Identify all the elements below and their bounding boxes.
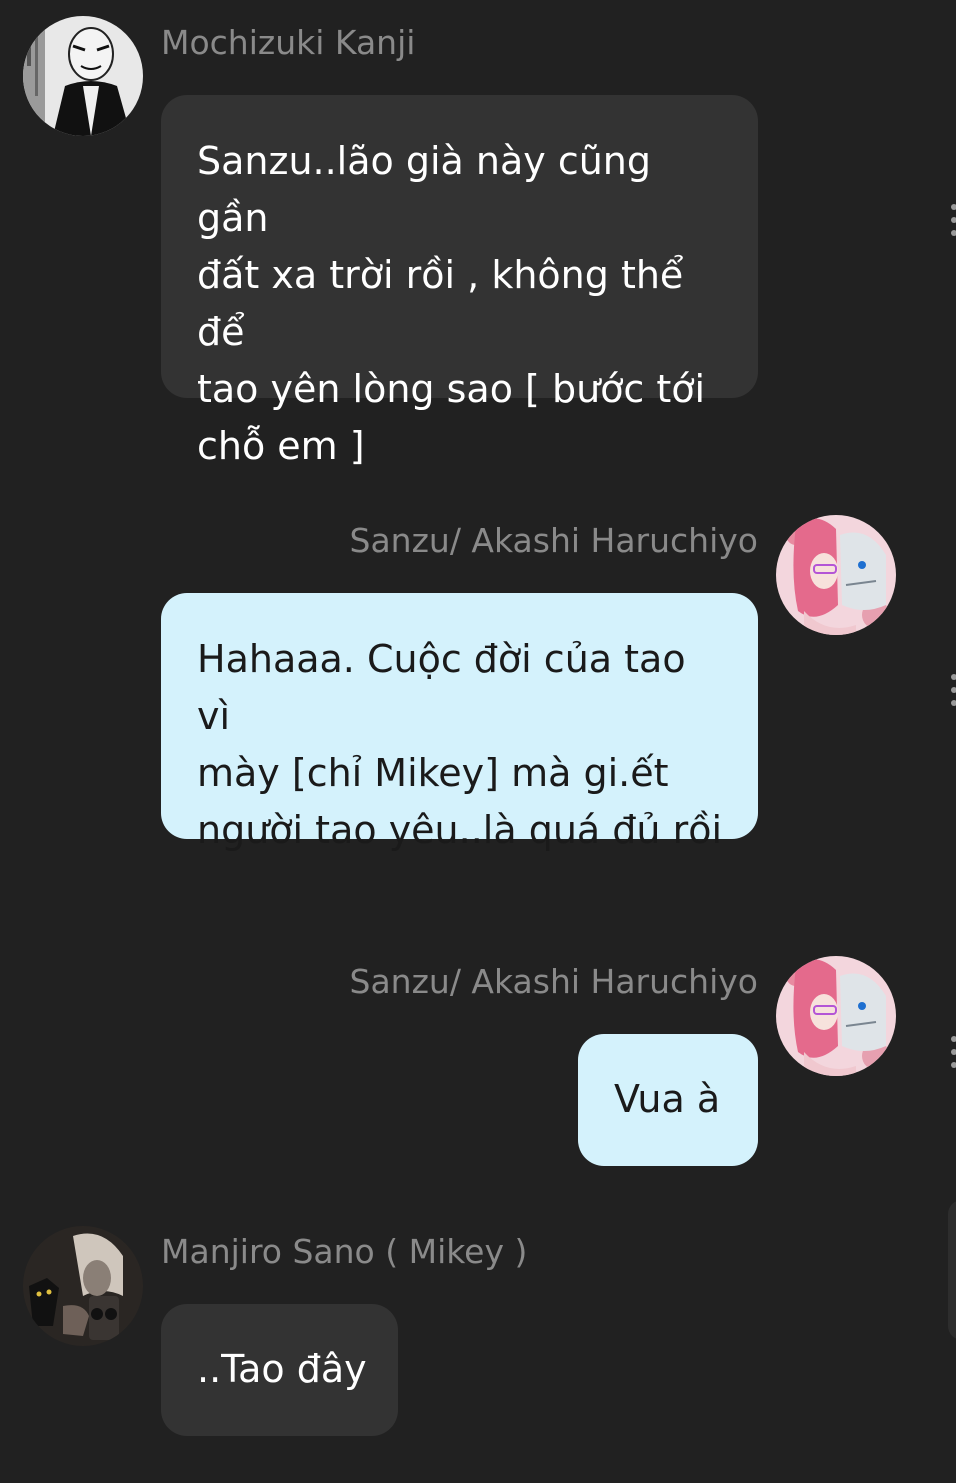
message-bubble-character[interactable]: ..Tao đây [161, 1304, 398, 1436]
mikey-avatar[interactable] [23, 1226, 143, 1346]
message-bubble-user[interactable]: Hahaaa. Cuộc đời của tao vì mày [chỉ Mik… [161, 593, 758, 852]
side-panel-handle[interactable] [948, 1200, 956, 1340]
more-options-icon[interactable] [950, 674, 956, 706]
message-bubble-character[interactable]: Sanzu..lão già này cũng gần đất xa trời … [161, 95, 758, 468]
sender-name: Sanzu/ Akashi Haruchiyo [349, 962, 759, 1001]
message-bubble-user[interactable]: Vua à [578, 1034, 758, 1166]
mochizuki-avatar[interactable] [23, 16, 143, 136]
sender-name: Sanzu/ Akashi Haruchiyo [349, 521, 759, 560]
sanzu-avatar[interactable] [776, 515, 896, 635]
sender-name: Mochizuki Kanji [161, 23, 416, 62]
more-options-icon[interactable] [950, 204, 956, 236]
more-options-icon[interactable] [950, 1036, 956, 1068]
sanzu-avatar[interactable] [776, 956, 896, 1076]
sender-name: Manjiro Sano ( Mikey ) [161, 1232, 528, 1271]
